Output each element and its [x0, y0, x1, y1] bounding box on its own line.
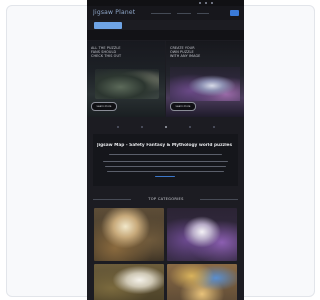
nav-link[interactable] [177, 13, 191, 14]
battery-icon [211, 2, 213, 4]
categories-header: TOP CATEGORIES [87, 192, 244, 206]
login-button[interactable] [230, 10, 239, 16]
info-title: Jigsaw Map - Safety Fantasy & Mythology … [97, 143, 234, 148]
promo-button[interactable]: Learn more [170, 102, 196, 111]
nav-link[interactable] [151, 13, 171, 14]
site-header: Jigsaw Planet [87, 6, 244, 20]
category-tile[interactable] [94, 208, 164, 261]
carousel-dot[interactable] [213, 126, 215, 128]
carousel-dot[interactable] [117, 126, 119, 128]
carousel-dot[interactable] [189, 126, 191, 128]
wifi-icon [205, 2, 207, 4]
language-chip[interactable] [94, 22, 122, 29]
promo-card[interactable]: Create your own puzzle with any image Le… [166, 41, 244, 117]
category-tile[interactable] [94, 264, 164, 300]
info-text-line [107, 171, 224, 173]
divider [93, 199, 131, 200]
carousel-dots [87, 122, 244, 132]
category-tile[interactable] [167, 208, 237, 261]
carousel-dot[interactable] [165, 126, 167, 128]
info-text-line [105, 166, 226, 168]
category-tile[interactable] [167, 264, 237, 300]
signal-icon [199, 2, 201, 4]
promo-image [95, 69, 159, 99]
promo-button[interactable]: Learn more [91, 102, 117, 111]
mobile-screenshot: Jigsaw Planet All the puzzle fans should… [87, 0, 244, 300]
promo-text: Create your own puzzle with any image [170, 46, 201, 59]
categories-title: TOP CATEGORIES [148, 197, 184, 201]
promo-card[interactable]: All the puzzle fans should check this ou… [87, 41, 165, 117]
info-link[interactable] [155, 176, 175, 178]
info-text-line [109, 154, 222, 156]
promo-text: All the puzzle fans should check this ou… [91, 46, 122, 59]
site-logo[interactable]: Jigsaw Planet [93, 9, 147, 17]
promo-image [170, 67, 240, 101]
carousel-dot[interactable] [141, 126, 143, 128]
hero-band [87, 30, 244, 40]
nav-link[interactable] [197, 13, 209, 14]
divider [200, 199, 238, 200]
info-panel: Jigsaw Map - Safety Fantasy & Mythology … [93, 134, 238, 186]
info-text-line [103, 161, 228, 163]
